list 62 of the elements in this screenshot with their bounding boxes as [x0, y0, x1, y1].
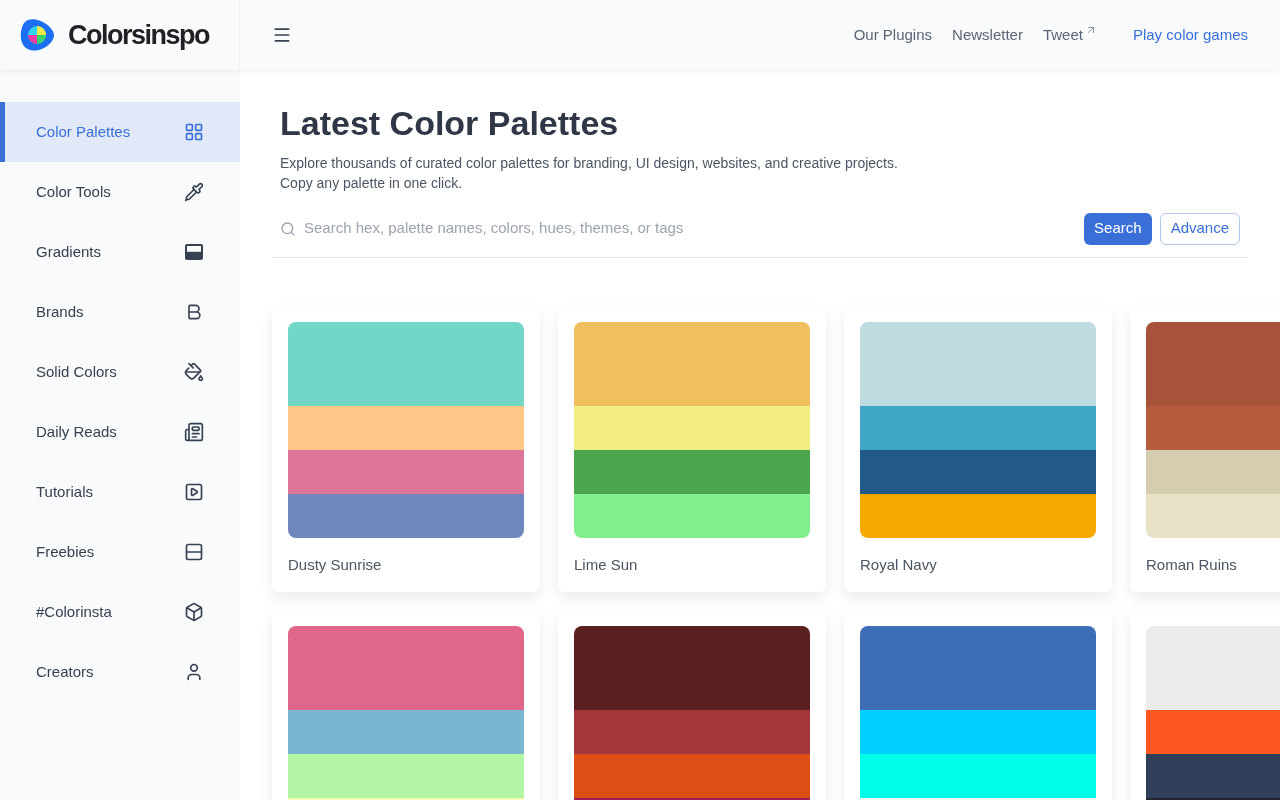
sidebar-item[interactable]: #Colorinsta [0, 582, 240, 642]
play-icon [184, 482, 204, 502]
gradient-icon [184, 242, 204, 262]
brand-name[interactable]: Colorsinspo [68, 14, 209, 56]
color-swatch[interactable] [860, 754, 1096, 798]
play-games-link[interactable]: Play color games [1132, 23, 1248, 47]
user-icon [184, 662, 204, 682]
sidebar-item[interactable]: Tutorials [0, 462, 240, 522]
grid-icon [184, 122, 204, 142]
sidebar-item[interactable]: Gradients [0, 222, 240, 282]
color-swatch[interactable] [288, 321, 524, 406]
color-swatch[interactable] [860, 493, 1096, 538]
page-title: Latest Color Palettes [280, 103, 620, 144]
palette-name[interactable]: Dusty Sunrise [288, 553, 524, 592]
search-field[interactable]: Search hex, palette names, colors, hues, themes, or tags [304, 217, 1077, 240]
newspaper-icon [184, 422, 204, 442]
color-swatch[interactable] [288, 626, 524, 710]
color-swatch[interactable] [288, 449, 524, 494]
color-swatch[interactable] [860, 321, 1096, 406]
palette-card[interactable]: Roman Ruins [1130, 305, 1280, 592]
advance-button[interactable]: Advance [1159, 212, 1240, 245]
sidebar-item[interactable]: Freebies [0, 522, 240, 582]
logo-icon [20, 17, 56, 53]
menu-button[interactable] [272, 25, 292, 45]
sidebar-item[interactable]: Solid Colors [0, 342, 240, 402]
nav-link[interactable]: Tweet [1042, 23, 1083, 47]
color-swatch[interactable] [574, 754, 810, 798]
palette-name[interactable]: Royal Navy [860, 553, 1096, 592]
sidebar-item[interactable]: Color Palettes [0, 102, 240, 162]
page-description: Explore thousands of curated color palettes for branding, UI design, websites, and creative projects. Copy any palette in one click. [280, 153, 899, 193]
color-swatch[interactable] [288, 493, 524, 538]
palette-card[interactable] [558, 610, 826, 800]
search-icon [280, 220, 296, 237]
color-swatch[interactable] [860, 710, 1096, 754]
nav-link[interactable]: Our Plugins [853, 23, 933, 47]
color-swatch[interactable] [574, 493, 810, 538]
color-swatch[interactable] [288, 405, 524, 450]
cube-icon [184, 602, 204, 622]
palette-name[interactable]: Lime Sun [574, 553, 810, 592]
color-swatch[interactable] [574, 626, 810, 710]
palette-card[interactable]: Royal Navy [844, 305, 1112, 592]
color-swatch[interactable] [574, 405, 810, 450]
palette-name[interactable]: Roman Ruins [1146, 553, 1280, 592]
color-swatch[interactable] [288, 710, 524, 754]
sidebar-item[interactable]: Brands [0, 282, 240, 342]
sidebar-item[interactable]: Daily Reads [0, 402, 240, 462]
color-swatch[interactable] [860, 405, 1096, 450]
color-swatch[interactable] [288, 754, 524, 798]
rows-icon [184, 542, 204, 562]
color-swatch[interactable] [860, 449, 1096, 494]
pipette-icon [184, 182, 204, 202]
color-swatch[interactable] [574, 710, 810, 754]
sidebar-item[interactable]: Creators [0, 642, 240, 702]
color-swatch[interactable] [574, 449, 810, 494]
search-button[interactable]: Search [1084, 212, 1152, 245]
color-swatch[interactable] [574, 321, 810, 406]
paint-bucket-icon [184, 362, 204, 382]
sidebar-item[interactable]: Color Tools [0, 162, 240, 222]
color-swatch[interactable] [860, 626, 1096, 710]
palette-card[interactable]: Lime Sun [558, 305, 826, 592]
palette-card[interactable]: Dusty Sunrise [272, 305, 540, 592]
nav-link[interactable]: Newsletter [952, 23, 1023, 47]
